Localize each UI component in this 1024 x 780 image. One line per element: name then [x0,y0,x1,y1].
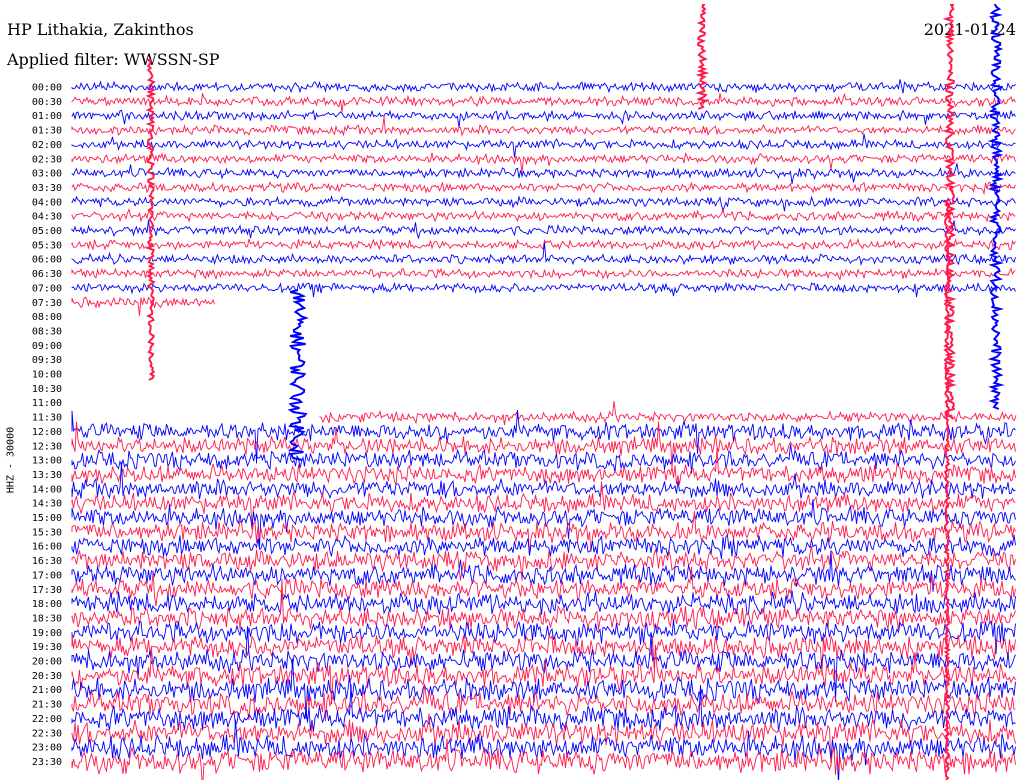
trace-line [71,180,1016,196]
y-tick-label: 06:00 [32,255,62,266]
y-tick-label: 20:30 [32,671,62,682]
y-tick-label: 15:30 [32,527,62,538]
event-spike [145,59,157,381]
y-tick-label: 08:30 [32,326,62,337]
trace-line [71,163,1016,184]
y-tick-label: 07:30 [32,298,62,309]
y-tick-label: 10:00 [32,370,62,381]
y-tick-label: 08:00 [32,312,62,323]
y-tick-label: 05:30 [32,240,62,251]
trace-line [71,267,1016,281]
trace-line [71,92,1016,113]
trace-line [71,620,1016,655]
y-tick-label: 21:00 [32,685,62,696]
y-tick-label: 09:00 [32,341,62,352]
y-tick-label: 23:00 [32,743,62,754]
y-tick-label: 23:30 [32,757,62,768]
trace-line [71,296,215,316]
y-tick-label: 02:30 [32,154,62,165]
y-tick-label: 18:30 [32,613,62,624]
y-tick-label: 09:30 [32,355,62,366]
y-tick-label: 11:30 [32,413,62,424]
trace-line [71,281,1016,298]
y-tick-label: 12:00 [32,427,62,438]
y-tick-label: 13:30 [32,470,62,481]
event-spike [695,4,710,110]
y-tick-label: 16:00 [32,542,62,553]
y-tick-label: 16:30 [32,556,62,567]
trace-line [71,79,1016,94]
y-tick-label: 01:30 [32,126,62,137]
trace-line [71,116,1016,137]
y-tick-label: 17:30 [32,585,62,596]
y-tick-label: 19:00 [32,628,62,639]
trace-line [71,195,1016,213]
trace-line [71,109,1016,128]
y-tick-label: 15:00 [32,513,62,524]
trace-line [71,545,1016,582]
y-tick-label: 04:30 [32,212,62,223]
y-tick-label: 22:30 [32,728,62,739]
trace-line [71,590,1016,616]
y-tick-label: 03:00 [32,169,62,180]
y-tick-label: 17:00 [32,570,62,581]
y-tick-label: 00:30 [32,97,62,108]
y-tick-label: 07:00 [32,283,62,294]
y-tick-label: 21:30 [32,700,62,711]
trace-line [71,719,1016,780]
y-tick-label: 12:30 [32,441,62,452]
y-tick-label: 01:00 [32,111,62,122]
trace-line [319,400,1017,426]
y-tick-label: 13:00 [32,456,62,467]
trace-line [71,207,1016,223]
y-tick-label: 11:00 [32,398,62,409]
event-spike [987,4,1005,410]
trace-line [71,133,1016,158]
trace-line [71,481,1016,530]
y-tick-label: 02:00 [32,140,62,151]
y-tick-label: 18:00 [32,599,62,610]
y-tick-label: 10:30 [32,384,62,395]
y-tick-label: 00:00 [32,83,62,94]
y-tick-label: 22:00 [32,714,62,725]
y-tick-label: 06:30 [32,269,62,280]
y-tick-label: 03:30 [32,183,62,194]
seismogram-plot: 00:00 00:30 01:00 01:30 02:00 02:30 03:00 03:30… [32,4,1017,780]
y-tick-label: 19:30 [32,642,62,653]
trace-line [71,219,1016,240]
y-tick-label: 05:00 [32,226,62,237]
y-tick-label: 20:00 [32,657,62,668]
y-tick-label: 04:00 [32,197,62,208]
y-tick-label: 14:00 [32,484,62,495]
y-tick-label: 14:30 [32,499,62,510]
